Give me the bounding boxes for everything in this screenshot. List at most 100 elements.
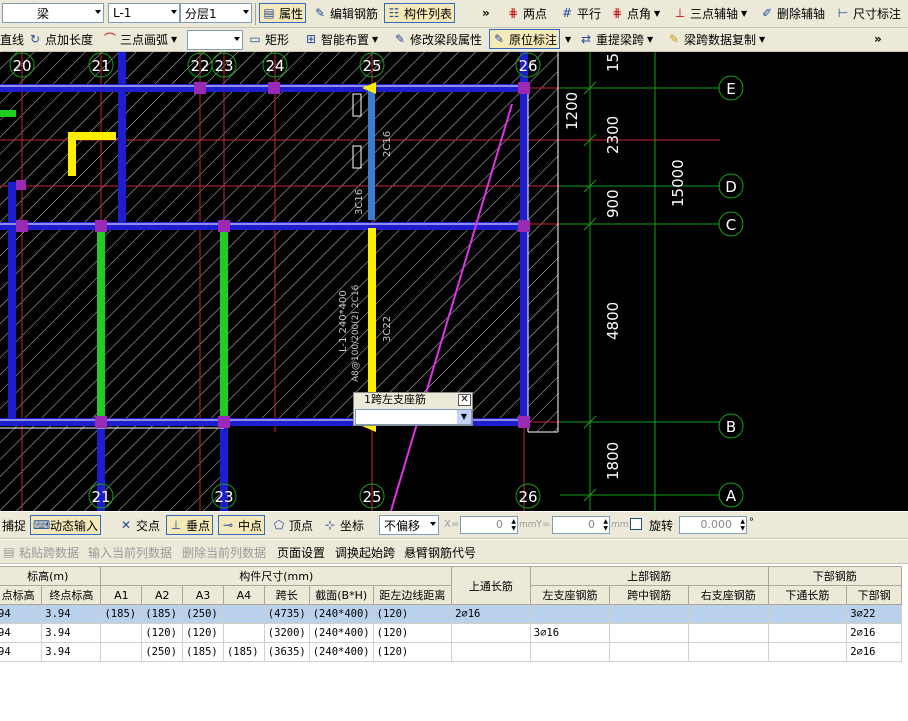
table-cell[interactable]: (185)	[100, 604, 143, 624]
table-cell[interactable]	[609, 604, 689, 624]
attribute-button[interactable]: ▤ 属性	[259, 3, 307, 23]
table-cell[interactable]: 94	[0, 623, 43, 643]
offset-mode-select[interactable]: 不偏移	[379, 515, 439, 535]
spinner-icon[interactable]: ▲ ▼	[511, 518, 516, 532]
table-row[interactable]: 943.94(120)(120)(3200)(240*400)(120)3⌀16…	[0, 623, 902, 643]
table-cell[interactable]: (120)	[372, 623, 453, 643]
table-row[interactable]: 943.94(250)(185)(185)(3635)(240*400)(120…	[0, 642, 902, 662]
table-cell[interactable]: (240*400)	[308, 604, 374, 624]
table-cell[interactable]	[767, 623, 848, 643]
table-cell[interactable]	[222, 623, 265, 643]
two-points-button[interactable]: ⋕ 两点	[504, 3, 549, 23]
table-cell[interactable]	[100, 623, 143, 643]
reextract-span-button[interactable]: ⇄ 重提梁跨 ▼	[577, 29, 655, 49]
input-column-button[interactable]: 输入当前列数据	[86, 542, 174, 562]
midpoint-button[interactable]: ⊸ 中点	[218, 515, 266, 535]
table-cell[interactable]: 3.94	[41, 623, 102, 643]
table-cell[interactable]	[767, 604, 848, 624]
table-cell[interactable]: 2⌀16	[451, 604, 531, 624]
in-situ-annotation-button[interactable]: ✎ 原位标注	[489, 29, 561, 49]
chevron-down-icon[interactable]: ▼	[457, 410, 471, 424]
table-cell[interactable]: 94	[0, 642, 43, 662]
table-cell[interactable]	[529, 642, 611, 662]
paste-span-button[interactable]: ▤ 粘贴跨数据	[0, 542, 81, 562]
page-setup-button[interactable]: 页面设置	[275, 542, 327, 562]
table-cell[interactable]: 3⌀22	[846, 604, 902, 624]
layer-select[interactable]: 分层1	[180, 3, 252, 23]
intersection-button[interactable]: ✕ 交点	[117, 515, 162, 535]
point-length-button[interactable]: ↻ 点加长度	[26, 29, 95, 49]
modify-beam-attr-button[interactable]: ✎ 修改梁段属性	[391, 29, 484, 49]
table-cell[interactable]: (185)	[222, 642, 265, 662]
table-cell[interactable]	[767, 642, 848, 662]
table-cell[interactable]: (250)	[182, 604, 224, 624]
chevron-down-icon[interactable]: ▼	[565, 35, 571, 44]
table-cell[interactable]	[529, 604, 611, 624]
table-cell[interactable]: (120)	[141, 623, 184, 643]
table-cell[interactable]: (4735)	[263, 604, 310, 624]
table-cell[interactable]: (240*400)	[308, 642, 374, 662]
parallel-button[interactable]: # 平行	[558, 3, 603, 23]
three-point-arc-button[interactable]: ⌒ 三点画弧 ▼	[101, 29, 179, 49]
component-type-select[interactable]: 梁	[2, 3, 104, 23]
toolbar1-overflow-button[interactable]: »	[480, 3, 492, 23]
dynamic-input-button[interactable]: ⌨ 动态输入	[30, 515, 102, 535]
swap-start-span-button[interactable]: 调换起始跨	[333, 542, 397, 562]
x-input[interactable]: 0 ▲ ▼	[460, 516, 518, 534]
three-point-axis-button[interactable]: ⊥ 三点辅轴 ▼	[671, 3, 749, 23]
table-cell[interactable]: (185)	[182, 642, 224, 662]
selected-beam-segment[interactable]	[368, 90, 375, 220]
table-cell[interactable]: (120)	[372, 604, 453, 624]
point-angle-button[interactable]: ⋕ 点角 ▼	[608, 3, 662, 23]
perpendicular-button[interactable]: ⊥ 垂点	[166, 515, 214, 535]
table-cell[interactable]: 3.94	[41, 642, 102, 662]
table-cell[interactable]: (120)	[372, 642, 453, 662]
table-cell[interactable]: 3.94	[41, 604, 102, 624]
table-cell[interactable]: (3635)	[263, 642, 310, 662]
rotate-checkbox[interactable]	[630, 518, 642, 530]
table-cell[interactable]	[688, 623, 769, 643]
delete-axis-button[interactable]: ✐ 删除辅轴	[758, 3, 827, 23]
table-cell[interactable]	[100, 642, 143, 662]
component-list-button[interactable]: ☷ 构件列表	[384, 3, 456, 23]
snap-button[interactable]: 捕捉	[0, 515, 28, 535]
table-cell[interactable]	[451, 642, 531, 662]
table-cell[interactable]: (240*400)	[308, 623, 374, 643]
table-cell[interactable]: (120)	[182, 623, 224, 643]
table-row[interactable]: 943.94(185)(185)(250)(4735)(240*400)(120…	[0, 604, 902, 624]
copy-span-data-button[interactable]: ✎ 梁跨数据复制 ▼	[665, 29, 767, 49]
dimension-button[interactable]: ⊢ 尺寸标注	[834, 3, 903, 23]
cad-drawing[interactable]: 2C16 3C16 3C22 L-1 240*400 A8@100/200(2)…	[0, 52, 908, 511]
drawing-canvas[interactable]: 2C16 3C16 3C22 L-1 240*400 A8@100/200(2)…	[0, 52, 908, 511]
table-cell[interactable]: 2⌀16	[846, 623, 902, 643]
table-cell[interactable]	[609, 642, 689, 662]
delete-column-button[interactable]: 删除当前列数据	[180, 542, 268, 562]
rectangle-button[interactable]: ▭ 矩形	[246, 29, 291, 49]
table-cell[interactable]: (250)	[141, 642, 184, 662]
annotation-popup[interactable]: 1跨左支座筋 ✕ ▼	[353, 392, 473, 426]
table-cell[interactable]	[222, 604, 265, 624]
toolbar2-overflow-button[interactable]: »	[872, 29, 884, 49]
table-cell[interactable]	[688, 642, 769, 662]
y-input[interactable]: 0 ▲ ▼	[552, 516, 610, 534]
table-cell[interactable]: 3⌀16	[529, 623, 611, 643]
edit-rebar-button[interactable]: ✎ 编辑钢筋	[311, 3, 380, 23]
spinner-icon[interactable]: ▲ ▼	[603, 518, 608, 532]
close-icon[interactable]: ✕	[458, 394, 471, 406]
table-cell[interactable]: 94	[0, 604, 43, 624]
smart-layout-button[interactable]: ⊞ 智能布置 ▼	[302, 29, 380, 49]
draw-mode-select[interactable]	[187, 30, 243, 50]
cantilever-code-button[interactable]: 悬臂钢筋代号	[402, 542, 478, 562]
table-cell[interactable]: 2⌀16	[846, 642, 902, 662]
popup-input[interactable]: ▼	[355, 409, 472, 425]
table-cell[interactable]	[688, 604, 769, 624]
rotate-input[interactable]: 0.000 ▲ ▼	[679, 516, 747, 534]
component-name-select[interactable]: L-1	[108, 3, 180, 23]
vertex-button[interactable]: ⬠ 顶点	[270, 515, 315, 535]
table-cell[interactable]	[609, 623, 689, 643]
spinner-icon[interactable]: ▲ ▼	[740, 518, 745, 532]
line-button[interactable]: 直线	[0, 29, 26, 49]
table-cell[interactable]: (185)	[141, 604, 184, 624]
coordinate-button[interactable]: ⊹ 坐标	[321, 515, 366, 535]
table-cell[interactable]: (3200)	[263, 623, 310, 643]
